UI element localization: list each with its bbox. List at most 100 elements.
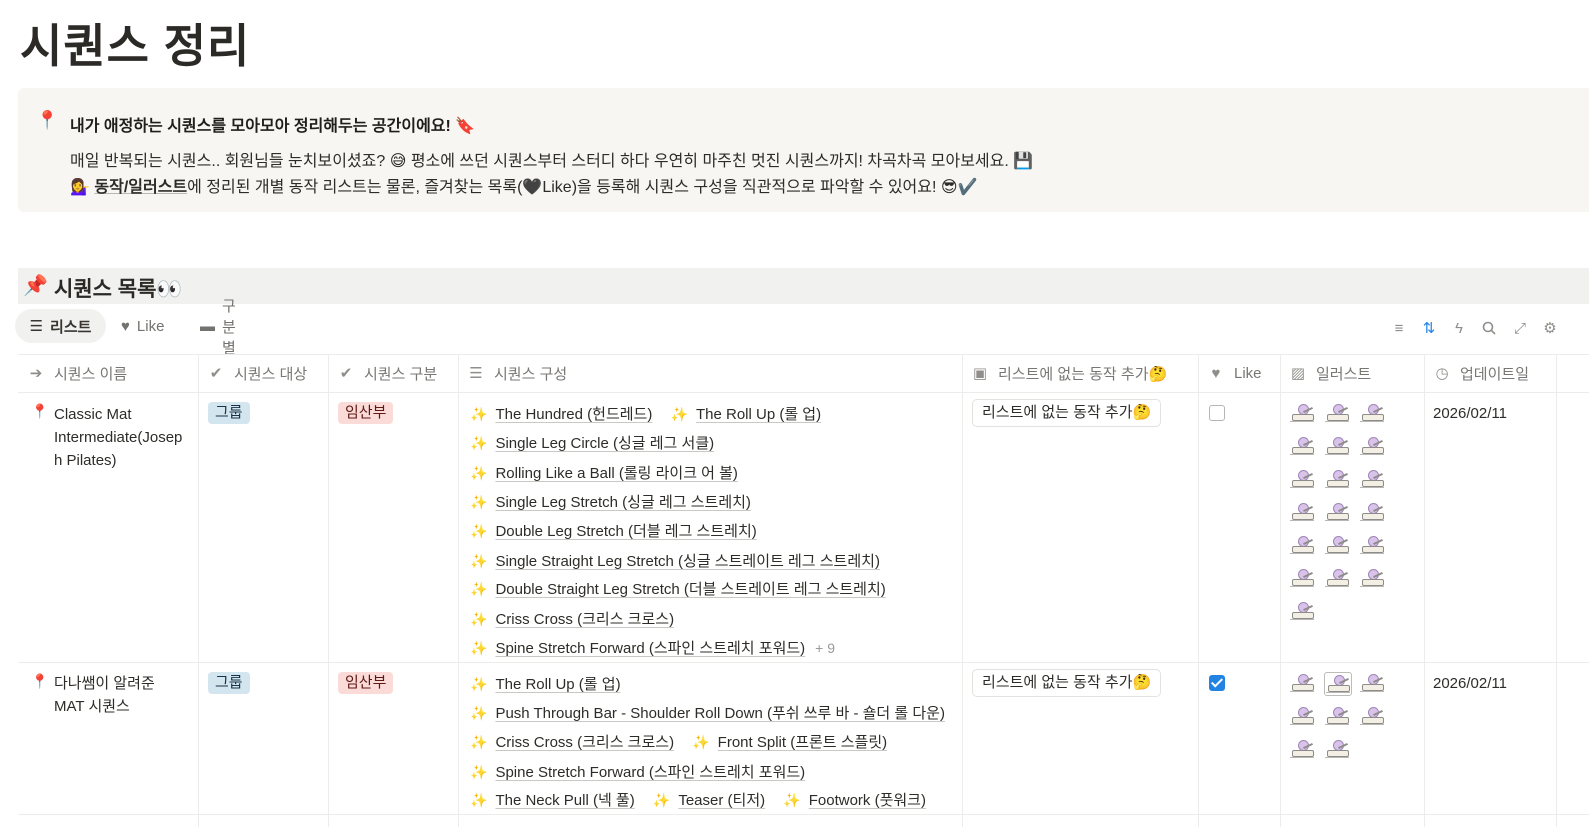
tab-category[interactable]: ▬ 구분별 <box>200 298 236 357</box>
column-header-like[interactable]: ♥ Like <box>1207 354 1262 392</box>
column-label: 시퀀스 대상 <box>234 365 308 383</box>
illustration-thumbnail[interactable] <box>1324 501 1350 523</box>
settings-icon[interactable]: ⚙ <box>1538 316 1562 340</box>
sequence-item-label: The Roll Up (롤 업) <box>495 676 621 693</box>
sequence-item[interactable]: ✨ Double Leg Stretch (더블 레그 스트레치) <box>470 520 757 543</box>
illustration-thumbnail[interactable] <box>1324 567 1350 589</box>
column-label: 업데이트일 <box>1460 365 1530 383</box>
illustration-thumbnail[interactable] <box>1359 534 1385 556</box>
column-header-category[interactable]: ✔ 시퀀스 구분 <box>337 354 437 392</box>
sequence-item[interactable]: ✨ Front Split (프론트 스플릿) <box>692 731 887 754</box>
target-tag: 그룹 <box>208 402 250 424</box>
column-header-sequence[interactable]: ☰ 시퀀스 구성 <box>467 354 567 392</box>
illustration-thumbnail[interactable] <box>1289 705 1315 727</box>
column-header-name[interactable]: ➔ 시퀀스 이름 <box>27 354 127 392</box>
updated-date: 2026/02/11 <box>1433 405 1507 422</box>
sequence-name[interactable]: Classic Mat Intermediate(Josep h Pilates… <box>54 403 182 472</box>
illustration-thumbnail[interactable] <box>1324 402 1350 424</box>
sparkle-icon: ✨ <box>652 792 671 808</box>
more-count[interactable]: + 9 <box>815 640 835 656</box>
tab-list-label: 리스트 <box>50 318 92 336</box>
illustration-thumbnail[interactable] <box>1289 672 1315 694</box>
sequence-item-label: The Roll Up (롤 업) <box>695 406 822 423</box>
illustration-thumbnail[interactable] <box>1324 468 1350 490</box>
sequence-item-label: Single Leg Circle (싱글 레그 서클) <box>495 435 715 452</box>
column-header-illustration[interactable]: ▨ 일러스트 <box>1289 354 1371 392</box>
illustration-thumbnail[interactable] <box>1359 672 1385 694</box>
like-checkbox[interactable] <box>1209 405 1225 421</box>
column-header-add-motion[interactable]: ▣ 리스트에 없는 동작 추가🤔 <box>971 354 1167 392</box>
sequence-item[interactable]: ✨ Criss Cross (크리스 크로스) <box>470 731 674 754</box>
sort-icon[interactable]: ⇅ <box>1417 316 1441 340</box>
sequence-item[interactable]: ✨ Single Leg Circle (싱글 레그 서클) <box>470 432 714 455</box>
illustration-thumbnail[interactable] <box>1289 402 1315 424</box>
illustration-thumbnail[interactable] <box>1289 501 1315 523</box>
sequence-item[interactable]: ✨ Spine Stretch Forward (스파인 스트레치 포워드) <box>470 761 805 784</box>
database-title[interactable]: 시퀀스 목록👀 <box>54 273 183 303</box>
illustration-thumbnail[interactable] <box>1324 672 1352 696</box>
illustration-thumbnail[interactable] <box>1324 705 1350 727</box>
list-icon: ☰ <box>29 318 44 335</box>
name-line: MAT 시퀀스 <box>54 698 130 715</box>
illustration-thumbnail[interactable] <box>1289 738 1315 760</box>
illustration-thumbnail[interactable] <box>1289 435 1315 457</box>
illustration-thumbnail[interactable] <box>1359 468 1385 490</box>
name-line: 다나쌤이 알려준 <box>54 675 155 692</box>
illustration-thumbnail[interactable] <box>1359 705 1385 727</box>
sequence-item[interactable]: ✨ The Hundred (헌드레드) <box>470 403 652 426</box>
add-motion-button[interactable]: 리스트에 없는 동작 추가🤔 <box>972 399 1162 427</box>
illustration-thumbnail[interactable] <box>1289 534 1315 556</box>
pin-icon: 📍 <box>31 673 49 689</box>
add-motion-button[interactable]: 리스트에 없는 동작 추가🤔 <box>972 669 1162 697</box>
column-label: Like <box>1234 364 1262 382</box>
like-checkbox[interactable] <box>1209 675 1225 691</box>
illustration-thumbnail[interactable] <box>1359 435 1385 457</box>
category-tag: 임산부 <box>338 402 394 424</box>
sequence-item[interactable]: ✨ Push Through Bar - Shoulder Roll Down (… <box>470 702 945 725</box>
heart-icon: ♥ <box>1211 364 1221 382</box>
tab-like[interactable]: ♥ Like <box>121 309 164 343</box>
sequence-item[interactable]: ✨ Rolling Like a Ball (롤링 라이크 어 볼) <box>470 462 738 485</box>
callout-title: 내가 애정하는 시퀀스를 모아모아 정리해두는 공간이에요! 🔖 <box>70 118 476 135</box>
sequence-item[interactable]: ✨ The Neck Pull (넥 풀) <box>470 789 635 812</box>
illustration-thumbnail[interactable] <box>1289 600 1315 622</box>
sequence-item[interactable]: ✨ The Roll Up (롤 업) <box>671 403 822 426</box>
sequence-line: ✨ Spine Stretch Forward (스파인 스트레치 포워드) <box>470 761 819 783</box>
sequence-name[interactable]: 다나쌤이 알려준 MAT 시퀀스 <box>54 672 155 718</box>
illustration-thumbnail[interactable] <box>1289 468 1315 490</box>
illustration-thumbnail[interactable] <box>1359 501 1385 523</box>
name-line: Intermediate(Josep <box>54 429 183 446</box>
sequence-item[interactable]: ✨ Double Straight Leg Stretch (더블 스트레이트 레… <box>470 578 886 601</box>
sequence-item[interactable]: ✨ The Roll Up (롤 업) <box>470 673 621 696</box>
sequence-item[interactable]: ✨ Single Leg Stretch (싱글 레그 스트레치) <box>470 491 751 514</box>
illustration-thumbnail[interactable] <box>1324 738 1350 760</box>
sequence-item[interactable]: ✨ Teaser (티저) <box>653 789 765 812</box>
sequence-item[interactable]: ✨ Footwork (풋워크) <box>783 789 926 812</box>
sparkle-icon: ✨ <box>470 553 488 569</box>
lightning-icon[interactable]: ϟ <box>1447 316 1471 340</box>
illustration-thumbnail[interactable] <box>1324 435 1350 457</box>
column-divider <box>1280 354 1281 827</box>
sparkle-icon: ✨ <box>470 435 488 451</box>
target-tag: 그룹 <box>208 672 250 694</box>
motion-illustration-link[interactable]: 동작/일러스트 <box>94 179 187 196</box>
pin-icon: 📍 <box>31 403 49 419</box>
person-icon: 💁‍♀️ <box>70 179 90 196</box>
callout-line-1: 매일 반복되는 시퀀스.. 회원님들 눈치보이셨죠? 😅 평소에 쓰던 시퀀스부… <box>70 153 1034 170</box>
column-header-updated[interactable]: ◷ 업데이트일 <box>1433 354 1529 392</box>
filter-icon[interactable]: ≡ <box>1387 316 1411 340</box>
illustration-thumbnail[interactable] <box>1289 567 1315 589</box>
sequence-line: ✨ The Neck Pull (넥 풀) ✨ Teaser (티저) ✨ Footw… <box>470 789 940 811</box>
illustration-thumbnail[interactable] <box>1359 567 1385 589</box>
illustration-thumbnail[interactable] <box>1324 534 1350 556</box>
expand-icon[interactable]: ⤢ <box>1508 316 1532 340</box>
sequence-item[interactable]: ✨ Single Straight Leg Stretch (싱글 스트레이트 레… <box>470 550 880 573</box>
illustration-thumbnail[interactable] <box>1359 402 1385 424</box>
column-header-target[interactable]: ✔ 시퀀스 대상 <box>207 354 307 392</box>
row-border <box>18 814 1589 815</box>
search-icon[interactable] <box>1477 316 1501 340</box>
tab-list[interactable]: ☰ 리스트 <box>15 309 106 343</box>
sequence-item[interactable]: ✨ Criss Cross (크리스 크로스) <box>470 608 674 631</box>
page-title: 시퀀스 정리 <box>20 20 251 72</box>
sequence-item[interactable]: ✨ Spine Stretch Forward (스파인 스트레치 포워드) <box>470 637 805 660</box>
